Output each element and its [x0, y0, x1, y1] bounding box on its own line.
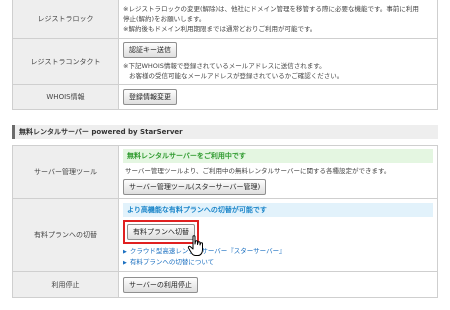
status-in-use: 無料レンタルサーバーをご利用中です: [123, 149, 433, 163]
related-links: ▶ クラウド型高速レンタルサーバー『スターサーバー』 ▶ 有料プランへの切替について: [123, 246, 433, 268]
row-label-registrar-contact: レジストラコンタクト: [12, 38, 119, 85]
table-row: 有料プランへの切替 より高機能な有料プランへの切替が可能です 有料プランへ切替 …: [12, 198, 438, 272]
server-tool-cell: 無料レンタルサーバーをご利用中です サーバー管理ツールより、ご利用中の無料レンタ…: [118, 145, 438, 199]
link-label: 有料プランへの切替について: [129, 257, 215, 266]
server-admin-tool-button[interactable]: サーバー管理ツール(スターサーバー管理): [123, 179, 267, 195]
server-tool-description: サーバー管理ツールより、ご利用中の無料レンタルサーバーに関する各種設定ができます…: [125, 167, 391, 175]
triangle-right-icon: ▶: [123, 259, 127, 266]
row-label-stop: 利用停止: [12, 271, 119, 298]
link-label: クラウド型高速レンタルサーバー『スターサーバー』: [129, 246, 286, 255]
send-auth-key-button[interactable]: 認証キー送信: [123, 42, 177, 58]
note-line: ※レジストラロックの変更(解除)は、他社にドメイン管理を移管する際に必要な機能で…: [123, 5, 419, 13]
domain-settings-table: レジストラロック ※レジストラロックの変更(解除)は、他社にドメイン管理を移管す…: [12, 0, 438, 110]
note-line: ※下記WHOIS情報で登録されているメールアドレスに送信されます。: [123, 62, 326, 70]
note-line: お客様の受信可能なメールアドレスが登録されているかご確認ください。: [129, 72, 344, 80]
rental-server-table: サーバー管理ツール 無料レンタルサーバーをご利用中です サーバー管理ツールより、…: [12, 145, 438, 298]
row-label-plan-switch: 有料プランへの切替: [12, 198, 119, 272]
stop-server-button[interactable]: サーバーの利用停止: [123, 276, 198, 293]
row-label-server-tool: サーバー管理ツール: [12, 145, 119, 199]
link-about-paid-plan[interactable]: ▶ 有料プランへの切替について: [123, 257, 433, 268]
row-label-registrar-lock: レジストラロック: [12, 0, 119, 39]
registrar-contact-cell: 認証キー送信 ※下記WHOIS情報で登録されているメールアドレスに送信されます。…: [118, 38, 438, 85]
plan-switch-cell: より高機能な有料プランへの切替が可能です 有料プランへ切替 ▶ クラウド型高速レン…: [118, 198, 438, 272]
table-row: WHOIS情報 登録情報変更: [12, 84, 438, 110]
section-header-free-rental-server: 無料レンタルサーバー powered by StarServer: [12, 125, 438, 139]
table-row: サーバー管理ツール 無料レンタルサーバーをご利用中です サーバー管理ツールより、…: [12, 145, 438, 199]
link-star-server[interactable]: ▶ クラウド型高速レンタルサーバー『スターサーバー』: [123, 246, 433, 257]
whois-cell: 登録情報変更: [118, 84, 438, 110]
table-row: レジストラコンタクト 認証キー送信 ※下記WHOIS情報で登録されているメールア…: [12, 38, 438, 85]
status-upgrade-available: より高機能な有料プランへの切替が可能です: [123, 202, 433, 217]
stop-cell: サーバーの利用停止: [118, 271, 438, 298]
note-line: 停止(解約)をお願いします。: [123, 15, 206, 23]
registrar-lock-notes: ※レジストラロックの変更(解除)は、他社にドメイン管理を移管する際に必要な機能で…: [118, 0, 438, 39]
triangle-right-icon: ▶: [123, 248, 127, 255]
row-label-whois: WHOIS情報: [12, 84, 119, 110]
table-row: 利用停止 サーバーの利用停止: [12, 271, 438, 298]
whois-edit-button[interactable]: 登録情報変更: [123, 89, 177, 105]
hand-pointer-icon: [187, 235, 203, 256]
note-line: ※解約後もドメイン利用期限までは通常どおりご利用が可能です。: [123, 25, 317, 33]
switch-to-paid-plan-button[interactable]: 有料プランへ切替: [127, 223, 195, 240]
table-row: レジストラロック ※レジストラロックの変更(解除)は、他社にドメイン管理を移管す…: [12, 0, 438, 39]
